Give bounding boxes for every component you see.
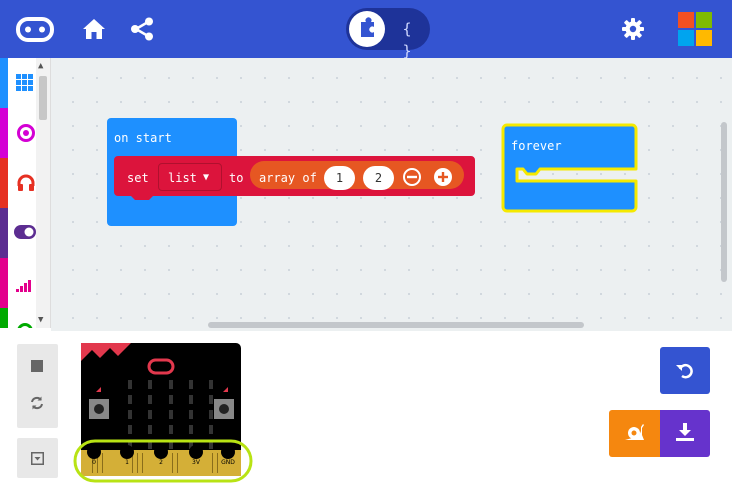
puzzle-icon [361,17,374,37]
pin-label: 2 [159,459,163,466]
toolbox-category-loops[interactable] [0,308,35,328]
array-value-field[interactable]: 2 [363,166,394,190]
workspace-vertical-scrollbar[interactable] [721,122,727,282]
forever-block[interactable] [500,122,640,214]
pin-label: 0 [92,459,96,466]
toolbox-category-basic[interactable] [0,58,35,108]
to-label: to [229,171,244,185]
javascript-editor-button[interactable]: { } [394,18,420,60]
dropdown-arrow-icon: ▼ [203,172,210,183]
microsoft-logo-icon[interactable] [678,12,713,47]
on-start-label: on start [114,131,172,145]
add-item-icon[interactable] [433,167,453,187]
restart-icon[interactable] [29,395,45,411]
array-of-label: array of [259,171,317,185]
download-button[interactable] [660,410,710,457]
gear-icon[interactable] [621,17,645,41]
snail-icon [625,424,644,440]
home-icon[interactable] [82,18,106,40]
toolbox-scrollbar-thumb[interactable] [39,76,47,120]
scroll-down-icon[interactable]: ▼ [38,316,43,325]
undo-icon [676,363,693,379]
top-bar: { } [0,0,732,60]
array-value: 1 [335,171,344,185]
stop-button[interactable] [31,360,43,372]
pin-label: GND [221,459,235,466]
simulator-controls [17,344,58,428]
array-value-field[interactable]: 1 [324,166,355,190]
download-icon [676,423,694,441]
variable-name: list [168,171,197,185]
array-value: 2 [374,171,383,185]
slow-motion-button[interactable] [609,410,660,457]
pin-label: 3V [192,459,200,466]
grid-icon [16,74,33,91]
target-icon [17,124,35,142]
share-icon[interactable] [130,17,154,41]
blocks-editor-button[interactable] [349,11,385,47]
toolbox-category-led[interactable] [0,208,36,258]
toggle-icon [14,225,36,239]
signal-icon [16,280,31,292]
set-label: set [127,171,149,185]
toolbox-category-radio[interactable] [0,258,35,308]
toolbox-category-music[interactable] [0,158,35,208]
editor-toggle: { } [346,8,430,60]
scroll-up-icon[interactable]: ▲ [38,62,43,71]
collapse-icon [31,452,44,465]
toolbox-category-input[interactable] [0,108,35,158]
on-start-block[interactable] [100,112,480,228]
microbit-logo-icon[interactable] [16,17,54,42]
forever-label: forever [511,139,562,153]
remove-item-icon[interactable] [402,167,422,187]
collapse-simulator-button[interactable] [17,438,58,478]
workspace-horizontal-scrollbar[interactable] [208,322,584,328]
headphones-icon [17,174,35,191]
loop-icon [17,323,33,328]
undo-button[interactable] [660,347,710,394]
variable-dropdown[interactable]: list ▼ [158,163,222,191]
pin-label: 1 [125,459,129,466]
toolbox-scrollbar[interactable]: ▲ ▼ [36,58,50,328]
